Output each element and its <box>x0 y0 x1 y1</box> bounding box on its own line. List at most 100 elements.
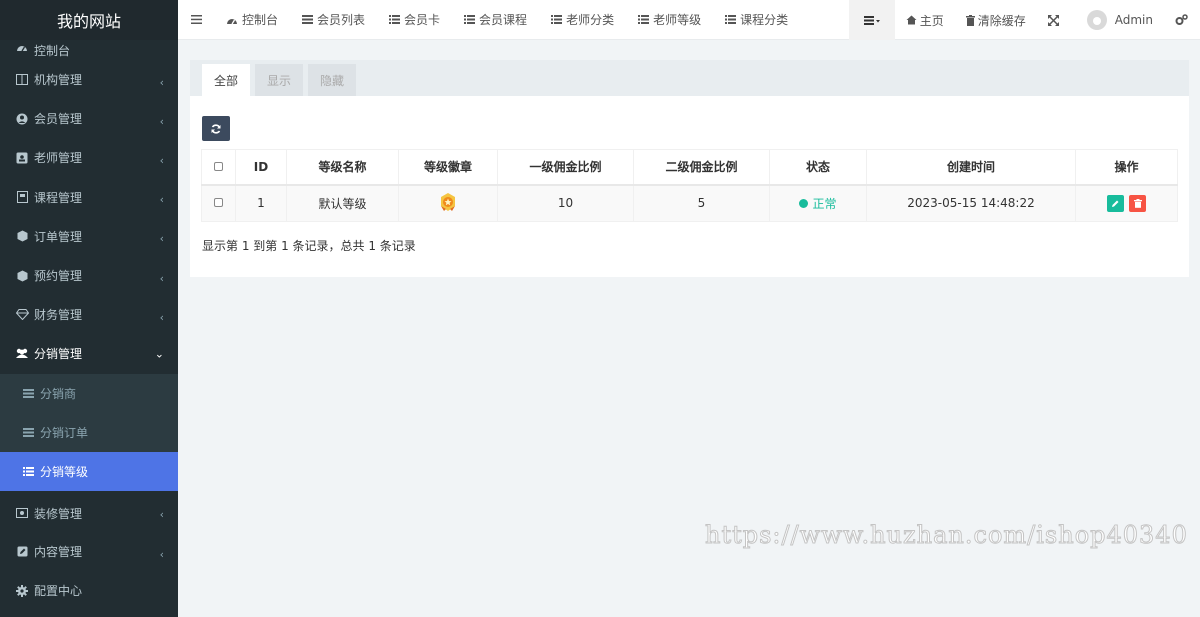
status-text: 正常 <box>812 196 837 211</box>
tab-hidden[interactable]: 隐藏 <box>308 64 357 96</box>
settings-button[interactable] <box>1164 0 1200 40</box>
site-logo[interactable]: 我的网站 <box>0 0 178 40</box>
diamond-icon <box>14 309 30 321</box>
cell-id: 1 <box>235 184 287 222</box>
home-icon <box>906 15 917 25</box>
list-icon <box>638 15 650 24</box>
sidebar-item-courses[interactable]: 课程管理 ‹ <box>0 178 178 217</box>
sidebar-item-config[interactable]: 配置中心 <box>0 571 178 610</box>
sidebar-item-content[interactable]: 内容管理 ‹ <box>0 532 178 571</box>
tab-label: 显示 <box>267 73 292 88</box>
nav-tab-course-category[interactable]: 课程分类 <box>713 0 800 40</box>
sidebar-item-organization[interactable]: 机构管理 ‹ <box>0 60 178 99</box>
cube-icon <box>14 270 30 282</box>
nav-tab-label: 控制台 <box>242 13 279 27</box>
sidebar-item-decoration[interactable]: 装修管理 ‹ <box>0 491 178 532</box>
chevron-left-icon: ‹ <box>159 547 164 561</box>
column-header[interactable]: 二级佣金比例 <box>633 149 770 186</box>
list-icon <box>389 15 401 24</box>
row-checkbox[interactable] <box>214 198 223 208</box>
column-header[interactable]: 创建时间 <box>866 149 1076 186</box>
trash-icon <box>965 14 975 26</box>
level-badge-icon[interactable] <box>438 192 458 215</box>
cell-level-name: 默认等级 <box>286 184 399 222</box>
home-label: 主页 <box>919 13 944 28</box>
fullscreen-icon <box>1047 14 1059 26</box>
select-all-checkbox[interactable] <box>214 161 223 171</box>
sidebar: 我的网站 控制台 机构管理 ‹ 会员管理 ‹ 老师管理 ‹ 课程管理 ‹ 订单管 <box>0 0 178 617</box>
sidebar-item-orders[interactable]: 订单管理 ‹ <box>0 217 178 256</box>
site-title: 我的网站 <box>56 12 121 31</box>
menu-dropdown-icon <box>863 15 880 25</box>
sidebar-item-label: 机构管理 <box>34 73 83 88</box>
list-icon <box>23 388 35 398</box>
sidebar-subitem-label: 分销商 <box>40 386 77 401</box>
sidebar-menu: 控制台 机构管理 ‹ 会员管理 ‹ 老师管理 ‹ 课程管理 ‹ 订单管理 ‹ 预… <box>0 40 178 374</box>
sidebar-subitem-distribution-levels[interactable]: 分销等级 <box>0 451 178 492</box>
delete-button[interactable] <box>1129 194 1147 212</box>
sidebar-item-distribution[interactable]: 分销管理 ⌄ <box>0 334 178 373</box>
nav-tab-label: 会员卡 <box>404 13 441 27</box>
sidebar-item-dashboard[interactable]: 控制台 <box>0 40 178 60</box>
sidebar-item-label: 内容管理 <box>34 545 83 560</box>
avatar <box>1086 10 1107 30</box>
sidebar-item-label: 装修管理 <box>34 506 83 521</box>
fullscreen-button[interactable] <box>1037 0 1070 40</box>
column-header[interactable]: 状态 <box>769 149 867 186</box>
pagination-summary: 显示第 1 到第 1 条记录，总共 1 条记录 <box>202 239 416 253</box>
sidebar-subitem-label: 分销订单 <box>40 425 89 440</box>
sidebar-toggle-button[interactable] <box>178 15 214 24</box>
sidebar-subitem-distributors[interactable]: 分销商 <box>0 374 178 413</box>
sidebar-item-label: 老师管理 <box>34 151 83 166</box>
refresh-icon <box>211 123 221 134</box>
book-icon <box>14 191 30 204</box>
chevron-left-icon: ‹ <box>159 114 164 128</box>
sidebar-item-label: 控制台 <box>34 44 71 58</box>
nav-tab-teacher-category[interactable]: 老师分类 <box>539 0 626 40</box>
nav-tab-label: 老师等级 <box>653 13 702 27</box>
nav-tab-dashboard[interactable]: 控制台 <box>214 0 290 40</box>
edit-button[interactable] <box>1106 194 1124 212</box>
user-circle-icon <box>14 113 30 125</box>
sidebar-item-label: 分销管理 <box>34 347 83 362</box>
sidebar-item-label: 财务管理 <box>34 308 83 323</box>
column-header[interactable]: ID <box>235 149 287 186</box>
tab-visible[interactable]: 显示 <box>255 64 304 96</box>
watermark-text: https://www.huzhan.com/ishop40340 <box>705 521 1188 550</box>
dashboard-icon <box>226 15 238 25</box>
user-menu[interactable]: Admin <box>1070 0 1164 40</box>
table-header-row: ID 等级名称 等级徽章 一级佣金比例 二级佣金比例 状态 创建时间 操作 <box>201 149 1178 186</box>
home-link[interactable]: 主页 <box>895 0 955 40</box>
distribution-submenu: 分销商 分销订单 分销等级 <box>0 373 178 492</box>
clear-cache-button[interactable]: 清除缓存 <box>955 0 1037 40</box>
nav-tab-member-card[interactable]: 会员卡 <box>377 0 452 40</box>
cell-created-at: 2023-05-15 14:48:22 <box>866 184 1076 222</box>
sidebar-item-label: 会员管理 <box>34 112 83 127</box>
column-header[interactable]: 等级名称 <box>286 149 399 186</box>
sidebar-subitem-distribution-orders[interactable]: 分销订单 <box>0 413 178 452</box>
nav-tab-teacher-level[interactable]: 老师等级 <box>626 0 713 40</box>
sidebar-item-teachers[interactable]: 老师管理 ‹ <box>0 138 178 177</box>
sidebar-item-label: 订单管理 <box>34 229 83 244</box>
users-icon <box>14 348 30 359</box>
refresh-button[interactable] <box>202 116 230 141</box>
status-badge[interactable]: 正常 <box>799 195 837 212</box>
sidebar-item-members[interactable]: 会员管理 ‹ <box>0 99 178 138</box>
filter-tabs: 全部 显示 隐藏 <box>190 60 1189 96</box>
list-icon <box>725 15 737 24</box>
gear-icon <box>14 584 30 597</box>
nav-tab-member-list[interactable]: 会员列表 <box>290 0 377 40</box>
tab-all[interactable]: 全部 <box>202 64 251 96</box>
sidebar-item-appointments[interactable]: 预约管理 ‹ <box>0 256 178 295</box>
cell-status: 正常 <box>769 184 867 222</box>
more-tabs-dropdown[interactable] <box>848 0 895 40</box>
column-header[interactable]: 一级佣金比例 <box>497 149 634 186</box>
gears-icon <box>1175 14 1188 25</box>
column-header[interactable]: 等级徽章 <box>398 149 498 186</box>
column-header: 操作 <box>1075 149 1178 186</box>
row-select-cell <box>201 184 236 222</box>
sidebar-item-finance[interactable]: 财务管理 ‹ <box>0 295 178 334</box>
dashboard-icon <box>14 42 30 52</box>
nav-tab-member-courses[interactable]: 会员课程 <box>452 0 539 40</box>
levels-table: ID 等级名称 等级徽章 一级佣金比例 二级佣金比例 状态 创建时间 操作 1 … <box>201 149 1178 222</box>
